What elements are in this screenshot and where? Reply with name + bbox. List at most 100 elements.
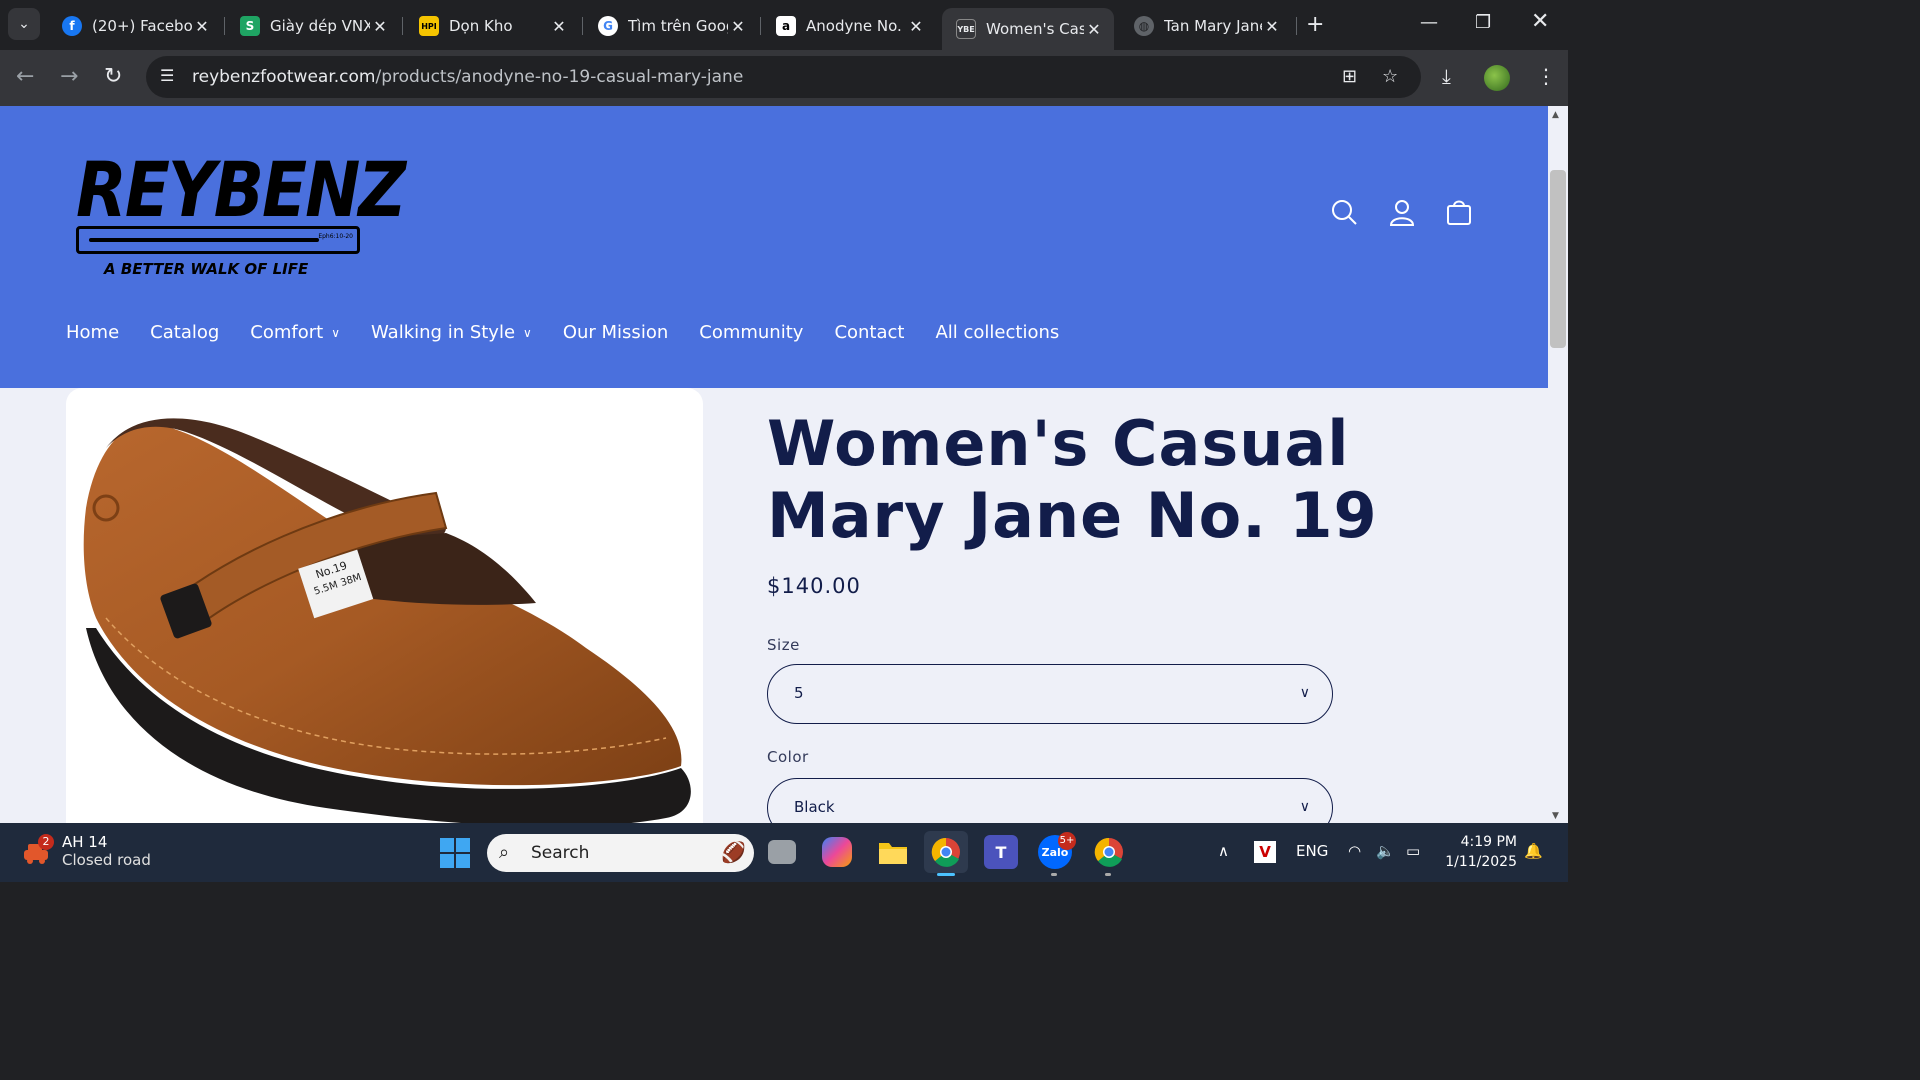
reybenz-logo[interactable]: REYBENZ Eph6:10-20 A BETTER WALK OF LIFE — [76, 145, 406, 278]
url-domain: reybenzfootwear.com — [192, 67, 376, 87]
amazon-icon: a — [776, 16, 796, 36]
scroll-down-arrow-icon[interactable]: ▼ — [1552, 811, 1559, 821]
logo-nail-banner: Eph6:10-20 — [76, 226, 360, 254]
input-language[interactable]: ENG — [1296, 842, 1328, 860]
weather-widget[interactable]: 2 AH 14 Closed road — [22, 833, 151, 869]
main-nav: Home Catalog Comfort ∨ Walking in Style ∨ … — [66, 322, 1090, 343]
cart-icon[interactable] — [1445, 198, 1473, 233]
nail-graphic — [89, 238, 319, 242]
profile-avatar[interactable] — [1484, 65, 1510, 91]
tab-separator — [760, 17, 761, 35]
nav-community[interactable]: Community — [699, 322, 803, 343]
account-icon[interactable] — [1388, 198, 1416, 233]
system-clock[interactable]: 4:19 PM 1/11/2025 — [1443, 832, 1517, 872]
file-explorer-icon[interactable] — [876, 835, 910, 869]
nav-walking-in-style[interactable]: Walking in Style ∨ — [371, 322, 532, 343]
show-hidden-icons-chevron-icon[interactable]: ∧ — [1218, 842, 1229, 860]
chevron-down-icon: ∨ — [1299, 799, 1310, 815]
scroll-up-arrow-icon[interactable]: ▲ — [1552, 110, 1559, 120]
notification-bell-icon[interactable]: 🔔 — [1524, 842, 1543, 860]
zalo-indicator — [1051, 873, 1057, 876]
product-image[interactable]: No.19 5.5M 38M — [66, 388, 703, 823]
translate-icon[interactable]: ⊞ — [1342, 66, 1357, 87]
tab-don-kho[interactable]: HPI Dọn Kho ✕ — [405, 8, 579, 44]
scrollbar-thumb[interactable] — [1550, 170, 1566, 348]
download-icon[interactable]: ⤓ — [1442, 64, 1451, 88]
tab-separator — [1296, 17, 1297, 35]
nav-comfort[interactable]: Comfort ∨ — [250, 322, 340, 343]
tab-google[interactable]: G Tìm trên Google ✕ — [584, 8, 758, 44]
tab-amazon[interactable]: a Anodyne No. 19 ✕ — [762, 8, 936, 44]
menu-dots-icon[interactable]: ⋮ — [1536, 64, 1556, 88]
close-icon[interactable]: ✕ — [1084, 20, 1104, 39]
nav-contact[interactable]: Contact — [834, 322, 904, 343]
minimize-button[interactable]: — — [1420, 12, 1438, 33]
back-button[interactable]: ← — [16, 64, 34, 89]
address-bar[interactable]: ☰ reybenzfootwear.com/products/anodyne-n… — [146, 56, 1421, 98]
tab-separator — [582, 17, 583, 35]
logo-wordmark: REYBENZ — [76, 145, 406, 235]
sheets-icon: S — [240, 16, 260, 36]
task-view-icon[interactable] — [768, 840, 796, 864]
close-icon[interactable]: ✕ — [549, 17, 569, 36]
chevron-down-icon: ∨ — [1299, 685, 1310, 701]
size-select[interactable]: 5 ∨ — [767, 664, 1333, 724]
volume-icon[interactable]: 🔈 — [1376, 842, 1395, 860]
color-label: Color — [767, 748, 809, 766]
restore-button[interactable]: ❐ — [1475, 12, 1491, 33]
tab-separator — [402, 17, 403, 35]
close-icon[interactable]: ✕ — [906, 17, 926, 36]
tab-reybenz-active[interactable]: YBE Women's Casual ✕ — [942, 8, 1114, 50]
page-scrollbar[interactable]: ▲ ▼ — [1548, 106, 1568, 823]
close-icon[interactable]: ✕ — [1262, 17, 1282, 36]
window-close-button[interactable]: ✕ — [1531, 9, 1549, 34]
chevron-down-icon: ∨ — [523, 325, 532, 340]
taskbar-search[interactable]: ⌕ Search 🏈 — [487, 834, 754, 872]
reload-button[interactable]: ↻ — [104, 64, 122, 89]
vpn-tray-icon[interactable]: V — [1254, 841, 1276, 863]
close-icon[interactable]: ✕ — [728, 17, 748, 36]
teams-icon[interactable]: T — [984, 835, 1018, 869]
chrome-active-indicator — [937, 873, 955, 876]
search-highlight-icon: 🏈 — [721, 840, 746, 864]
site-info-icon[interactable]: ☰ — [160, 66, 174, 85]
windows-start-button[interactable] — [440, 838, 470, 868]
new-tab-button[interactable]: + — [1306, 12, 1324, 37]
bookmark-star-icon[interactable]: ☆ — [1382, 66, 1398, 87]
shoe-image: No.19 5.5M 38M — [83, 418, 691, 823]
close-icon[interactable]: ✕ — [370, 17, 390, 36]
url-text: reybenzfootwear.com/products/anodyne-no-… — [192, 67, 743, 87]
size-label: Size — [767, 636, 800, 654]
clock-time: 4:19 PM — [1460, 834, 1517, 850]
search-icon[interactable] — [1330, 198, 1358, 233]
chrome-profile-taskbar-icon[interactable] — [1092, 835, 1126, 869]
copilot-icon[interactable] — [822, 837, 852, 867]
color-value: Black — [794, 798, 835, 816]
chrome-taskbar-icon[interactable] — [924, 831, 968, 873]
reybenz-icon: YBE — [956, 19, 976, 39]
chevron-down-icon: ∨ — [331, 325, 341, 340]
size-value: 5 — [794, 684, 804, 702]
tab-sheets[interactable]: S Giày dép VNXK ✕ — [226, 8, 400, 44]
nav-our-mission[interactable]: Our Mission — [563, 322, 668, 343]
traffic-alert-icon: 2 — [22, 834, 54, 866]
close-icon[interactable]: ✕ — [192, 17, 212, 36]
wifi-icon[interactable]: ◠ — [1348, 842, 1361, 860]
forward-button[interactable]: → — [60, 64, 78, 89]
tab-facebook[interactable]: f (20+) Facebook ✕ — [48, 8, 222, 44]
battery-icon[interactable]: ▭ — [1406, 842, 1420, 860]
search-icon: ⌕ — [499, 842, 510, 863]
weather-title: AH 14 — [62, 833, 108, 851]
tab-tan-mary-jane[interactable]: ◍ Tan Mary Jane ✕ — [1120, 8, 1292, 44]
browser-toolbar: ← → ↻ ☰ reybenzfootwear.com/products/ano… — [0, 50, 1568, 106]
nav-home[interactable]: Home — [66, 322, 119, 343]
nav-catalog[interactable]: Catalog — [150, 322, 219, 343]
product-title: Women's Casual Mary Jane No. 19 — [767, 407, 1378, 552]
globe-icon: ◍ — [1134, 16, 1154, 36]
nav-all-collections[interactable]: All collections — [935, 322, 1059, 343]
tab-search-button[interactable]: ⌄ — [8, 8, 40, 40]
plus-icon: + — [1306, 12, 1325, 37]
color-select[interactable]: Black ∨ — [767, 778, 1333, 823]
product-price: $140.00 — [767, 574, 861, 598]
chevron-down-icon: ⌄ — [18, 16, 30, 32]
